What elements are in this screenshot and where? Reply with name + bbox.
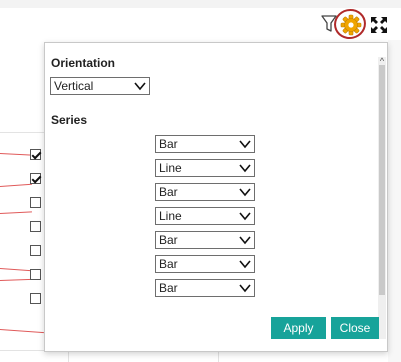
apply-button[interactable]: Apply [271,317,326,339]
chart-line-segment [0,211,32,214]
table-top-border [0,132,44,133]
series-visibility-checkbox[interactable] [30,197,41,208]
series-type-select[interactable]: Bar [155,279,255,297]
chevron-down-icon [239,140,251,149]
series-visibility-checkbox[interactable] [30,149,41,160]
orientation-select[interactable]: Vertical [50,77,150,95]
series-type-value: Bar [159,281,178,295]
chevron-down-icon [134,82,146,91]
series-type-select[interactable]: Line [155,207,255,225]
series-visibility-checkbox[interactable] [30,293,41,304]
orientation-value: Vertical [54,79,94,93]
chevron-down-icon [239,260,251,269]
chevron-down-icon [239,284,251,293]
chart-line-segment [0,329,44,334]
series-type-select[interactable]: Bar [155,135,255,153]
series-visibility-checkbox[interactable] [30,245,41,256]
series-type-value: Bar [159,185,178,199]
gear-icon[interactable] [340,14,362,36]
series-visibility-checkbox[interactable] [30,269,41,280]
chart-line-segment [0,268,32,272]
page-scroll-gutter [388,40,401,362]
series-type-value: Bar [159,233,178,247]
orientation-label: Orientation [51,56,116,70]
panel-scrollbar[interactable]: ^ [378,57,386,339]
series-visibility-checkbox[interactable] [30,221,41,232]
series-type-select[interactable]: Bar [155,255,255,273]
series-type-select[interactable]: Bar [155,183,255,201]
chevron-down-icon [239,236,251,245]
chevron-down-icon [239,188,251,197]
chart-line-segment [0,278,32,281]
series-type-select[interactable]: Bar [155,231,255,249]
scroll-up-arrow-icon[interactable]: ^ [378,57,386,66]
top-band [0,0,401,8]
chevron-down-icon [239,164,251,173]
chart-line-segment [0,183,32,187]
chart-line-segment [0,153,32,156]
chevron-down-icon [239,212,251,221]
series-type-value: Bar [159,257,178,271]
series-type-value: Line [159,161,182,175]
series-type-value: Line [159,209,182,223]
series-type-select[interactable]: Line [155,159,255,177]
chart-settings-popover: ^ Orientation Vertical Series Bar Line B… [44,42,388,352]
series-label: Series [51,113,88,127]
expand-icon[interactable] [370,16,388,34]
series-visibility-checkbox[interactable] [30,173,41,184]
scrollbar-thumb[interactable] [379,65,385,295]
series-type-value: Bar [159,137,178,151]
close-button[interactable]: Close [331,317,379,339]
